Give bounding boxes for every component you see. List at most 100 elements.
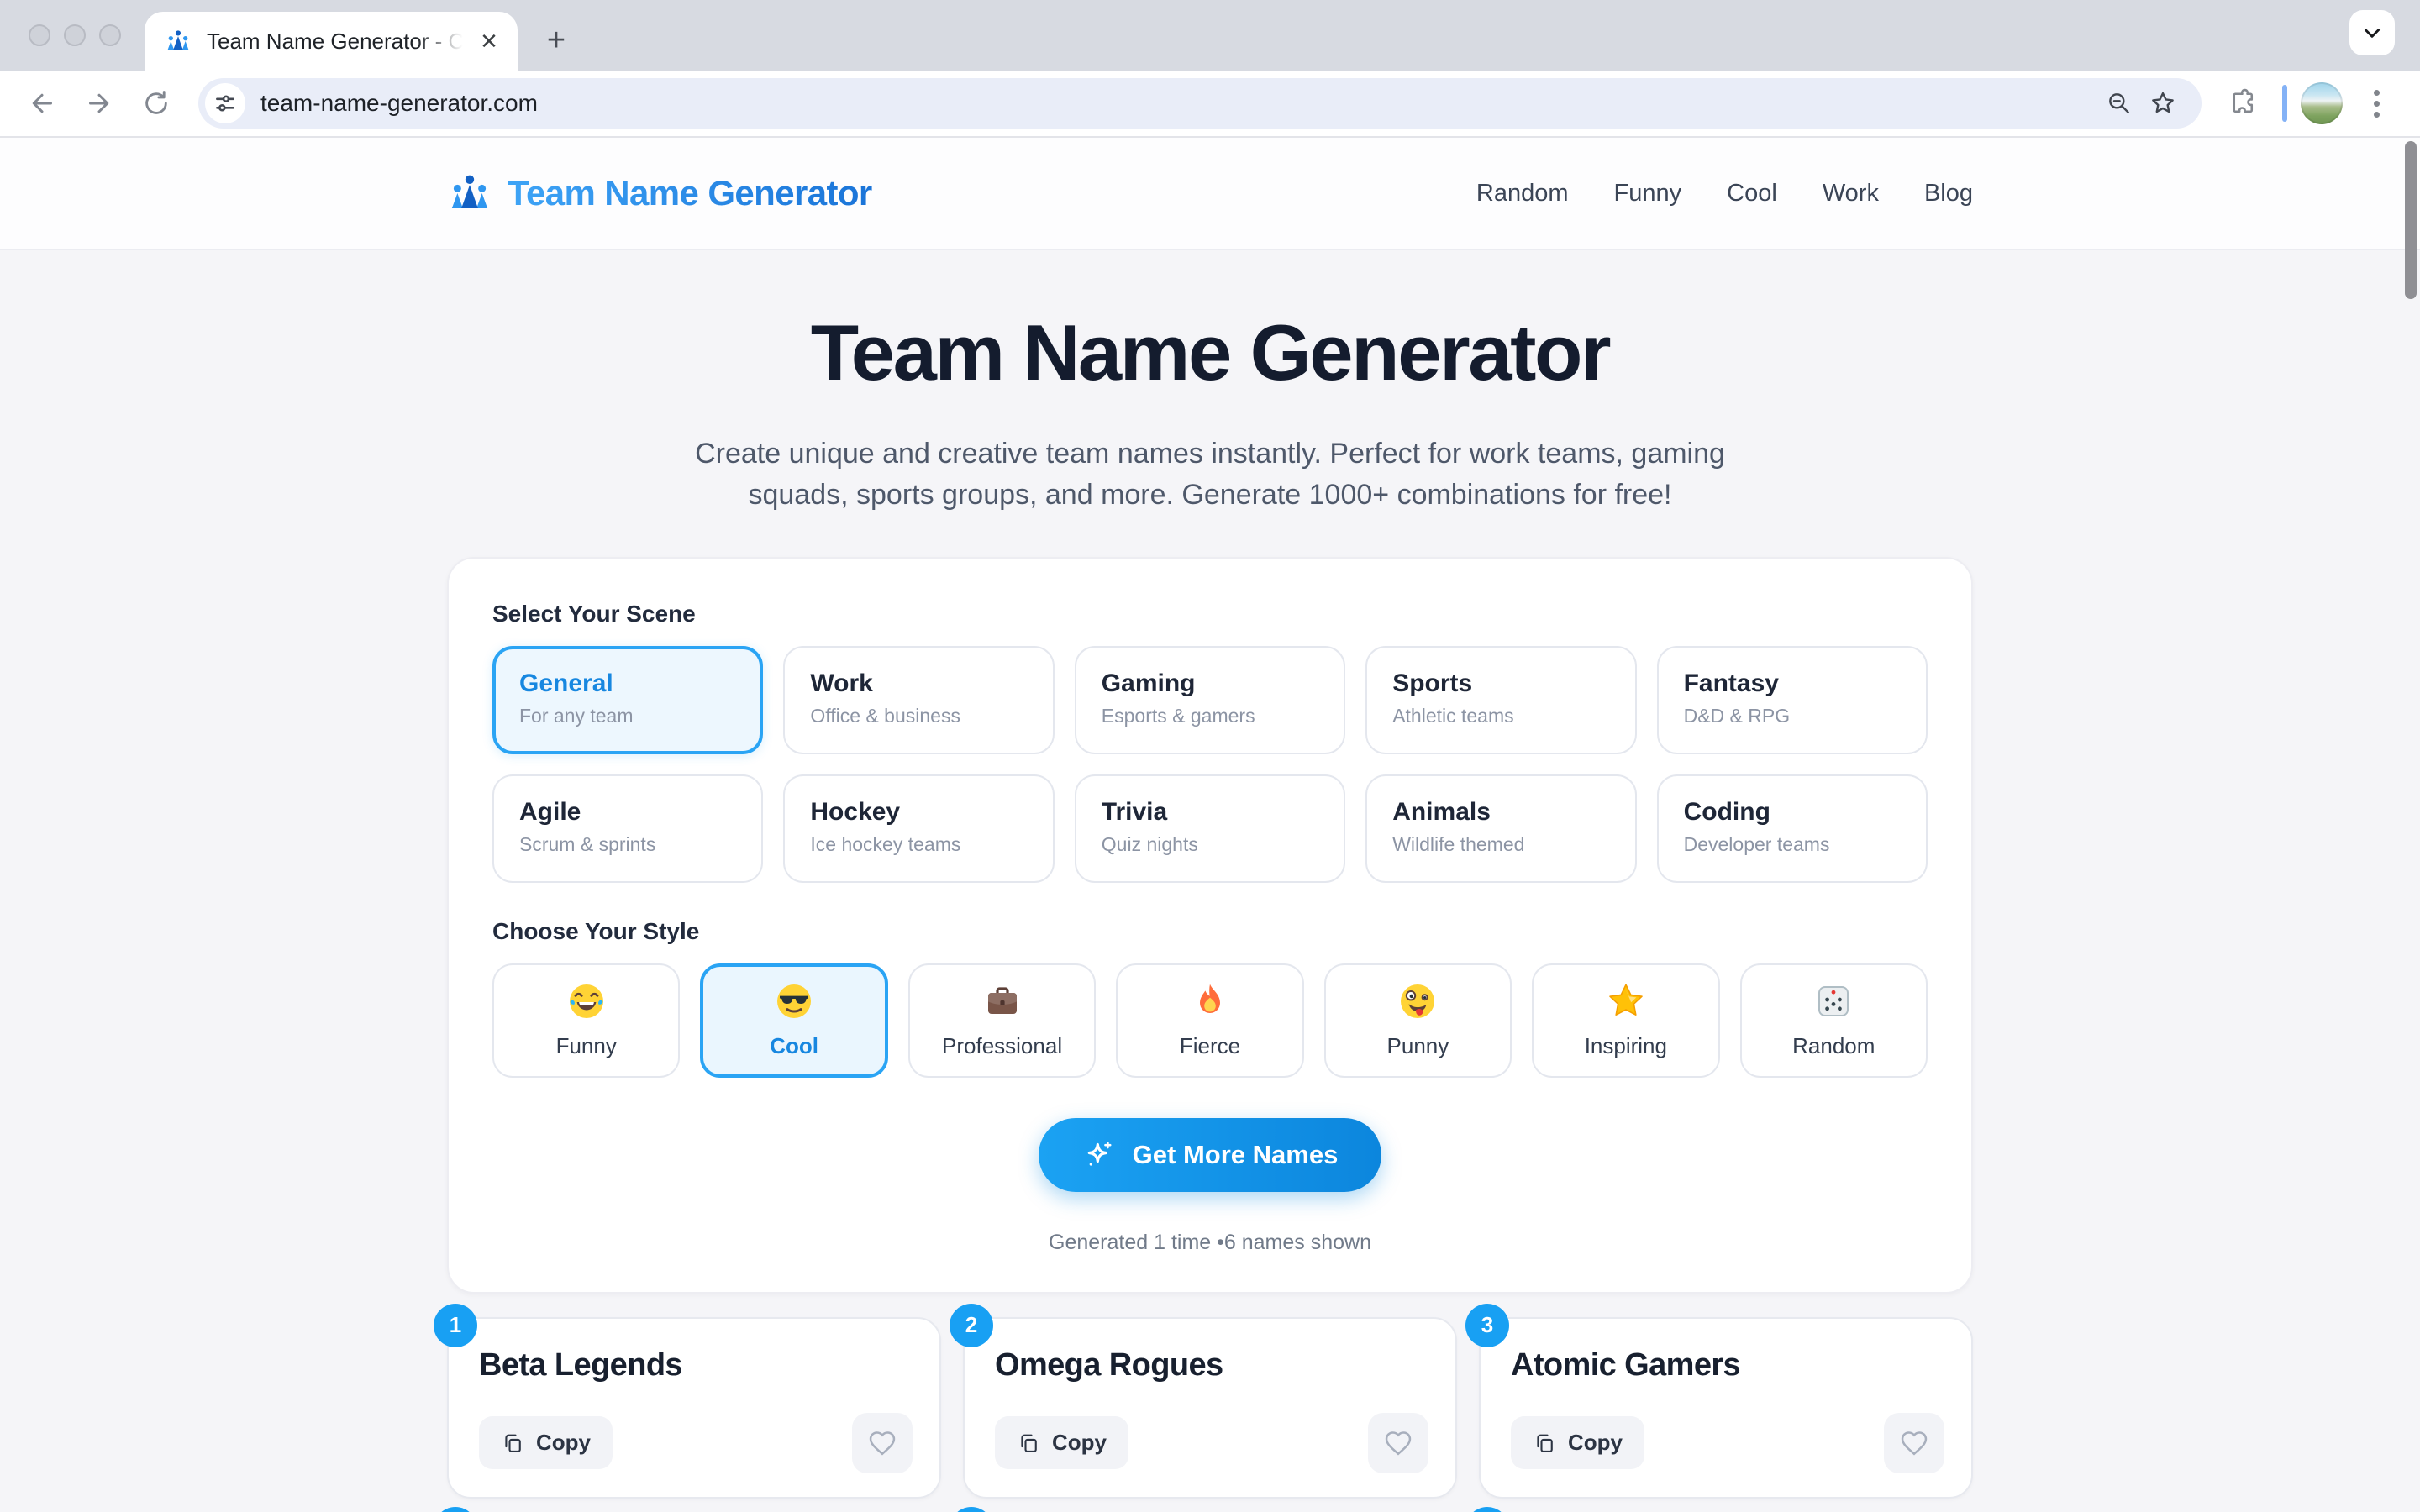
briefcase-emoji-icon [982, 981, 1023, 1021]
style-button-fierce[interactable]: Fierce [1116, 963, 1303, 1078]
scene-section-label: Select Your Scene [492, 601, 1928, 627]
sparkle-icon [1082, 1138, 1116, 1172]
scene-card-agile[interactable]: Agile Scrum & sprints [492, 774, 763, 883]
fire-emoji-icon [1190, 981, 1230, 1021]
window-controls [0, 0, 145, 71]
profile-avatar[interactable] [2301, 82, 2343, 124]
result-number-badge: 2 [950, 1304, 993, 1347]
result-number-badge: 1 [434, 1304, 477, 1347]
style-button-inspiring[interactable]: Inspiring [1532, 963, 1719, 1078]
zoom-out-icon[interactable] [2097, 81, 2141, 125]
tab-title-fade [417, 18, 474, 62]
results-grid: 1 Beta Legends Copy 2 Omega Rogues [447, 1317, 1973, 1512]
result-number-badge: 3 [1465, 1304, 1509, 1347]
result-number-badge: 5 [950, 1507, 993, 1512]
copy-icon [501, 1431, 524, 1455]
reload-button[interactable] [131, 78, 182, 129]
minimize-window-button[interactable] [64, 24, 86, 46]
result-card: 2 Omega Rogues Copy [963, 1317, 1457, 1499]
dice-emoji-icon [1813, 981, 1854, 1021]
result-number-badge: 4 [434, 1507, 477, 1512]
site-logo-text: Team Name Generator [508, 173, 872, 213]
close-window-button[interactable] [29, 24, 50, 46]
toolbar-right [2218, 78, 2403, 129]
copy-button[interactable]: Copy [479, 1416, 613, 1469]
result-card: 1 Beta Legends Copy [447, 1317, 941, 1499]
site-logo[interactable]: Team Name Generator [447, 171, 872, 216]
star-emoji-icon [1606, 981, 1646, 1021]
style-button-funny[interactable]: Funny [492, 963, 680, 1078]
team-name: Beta Legends [479, 1347, 909, 1383]
heart-icon [1898, 1427, 1930, 1459]
tab-bar: Team Name Generator - Creat ✕ + [0, 0, 2420, 71]
scene-grid: General For any team Work Office & busin… [492, 646, 1928, 883]
scene-card-trivia[interactable]: Trivia Quiz nights [1075, 774, 1345, 883]
page-title: Team Name Generator [0, 307, 2420, 398]
back-button[interactable] [17, 78, 67, 129]
nav-link-blog[interactable]: Blog [1924, 180, 1973, 207]
copy-button[interactable]: Copy [1511, 1416, 1644, 1469]
get-more-names-label: Get More Names [1133, 1140, 1339, 1170]
scene-card-gaming[interactable]: Gaming Esports & gamers [1075, 646, 1345, 754]
scene-card-hockey[interactable]: Hockey Ice hockey teams [783, 774, 1054, 883]
scene-card-coding[interactable]: Coding Developer teams [1657, 774, 1928, 883]
generator-panel: Select Your Scene General For any team W… [447, 557, 1973, 1294]
nav-link-funny[interactable]: Funny [1614, 180, 1682, 207]
bookmark-star-icon[interactable] [2141, 81, 2185, 125]
style-button-cool[interactable]: Cool [700, 963, 887, 1078]
generation-status: Generated 1 time •6 names shown [492, 1231, 1928, 1255]
result-number-badge: 6 [1465, 1507, 1509, 1512]
tab-group-indicator [2282, 85, 2287, 122]
heart-icon [866, 1427, 898, 1459]
get-more-names-button[interactable]: Get More Names [1039, 1118, 1382, 1192]
site-favicon-icon [165, 28, 192, 55]
style-section-label: Choose Your Style [492, 918, 1928, 945]
favorite-button[interactable] [852, 1413, 913, 1473]
page-scrollbar[interactable] [2405, 141, 2417, 299]
team-logo-icon [447, 171, 492, 216]
scene-card-fantasy[interactable]: Fantasy D&D & RPG [1657, 646, 1928, 754]
scene-card-animals[interactable]: Animals Wildlife themed [1365, 774, 1636, 883]
team-name: Atomic Gamers [1511, 1347, 1941, 1383]
browser-tab[interactable]: Team Name Generator - Creat ✕ [145, 12, 518, 71]
tab-close-icon[interactable]: ✕ [474, 26, 504, 56]
site-header: Team Name Generator Random Funny Cool Wo… [0, 138, 2420, 250]
team-name: Omega Rogues [995, 1347, 1425, 1383]
result-card: 3 Atomic Gamers Copy [1479, 1317, 1973, 1499]
chevron-down-icon [2361, 22, 2383, 44]
favorite-button[interactable] [1368, 1413, 1428, 1473]
style-button-punny[interactable]: Punny [1324, 963, 1512, 1078]
heart-icon [1382, 1427, 1414, 1459]
nav-link-work[interactable]: Work [1823, 180, 1879, 207]
style-button-professional[interactable]: Professional [908, 963, 1096, 1078]
page-viewport: Team Name Generator Random Funny Cool Wo… [0, 138, 2420, 1512]
browser-toolbar: team-name-generator.com [0, 71, 2420, 138]
scene-card-sports[interactable]: Sports Athletic teams [1365, 646, 1636, 754]
site-settings-icon[interactable] [205, 83, 245, 123]
forward-button[interactable] [74, 78, 124, 129]
laughing-face-emoji-icon [566, 981, 607, 1021]
scene-card-general[interactable]: General For any team [492, 646, 763, 754]
site-nav: Random Funny Cool Work Blog [1476, 180, 1973, 207]
copy-icon [1017, 1431, 1040, 1455]
browser-menu-icon[interactable] [2356, 83, 2396, 123]
address-bar[interactable]: team-name-generator.com [198, 78, 2202, 129]
hero-section: Team Name Generator Create unique and cr… [0, 307, 2420, 517]
zany-face-emoji-icon [1397, 981, 1438, 1021]
nav-link-random[interactable]: Random [1476, 180, 1569, 207]
style-button-random[interactable]: Random [1740, 963, 1928, 1078]
favorite-button[interactable] [1884, 1413, 1944, 1473]
style-grid: Funny Cool [492, 963, 1928, 1078]
new-tab-button[interactable]: + [531, 15, 581, 66]
zoom-window-button[interactable] [99, 24, 121, 46]
extensions-puzzle-icon[interactable] [2218, 78, 2269, 129]
tab-search-button[interactable] [2349, 10, 2395, 55]
copy-button[interactable]: Copy [995, 1416, 1128, 1469]
browser-window: Team Name Generator - Creat ✕ + team-nam… [0, 0, 2420, 1512]
url-text[interactable]: team-name-generator.com [260, 90, 2097, 117]
page-subtitle: Create unique and creative team names in… [682, 433, 1738, 517]
copy-icon [1533, 1431, 1556, 1455]
sunglasses-face-emoji-icon [774, 981, 814, 1021]
nav-link-cool[interactable]: Cool [1727, 180, 1777, 207]
scene-card-work[interactable]: Work Office & business [783, 646, 1054, 754]
